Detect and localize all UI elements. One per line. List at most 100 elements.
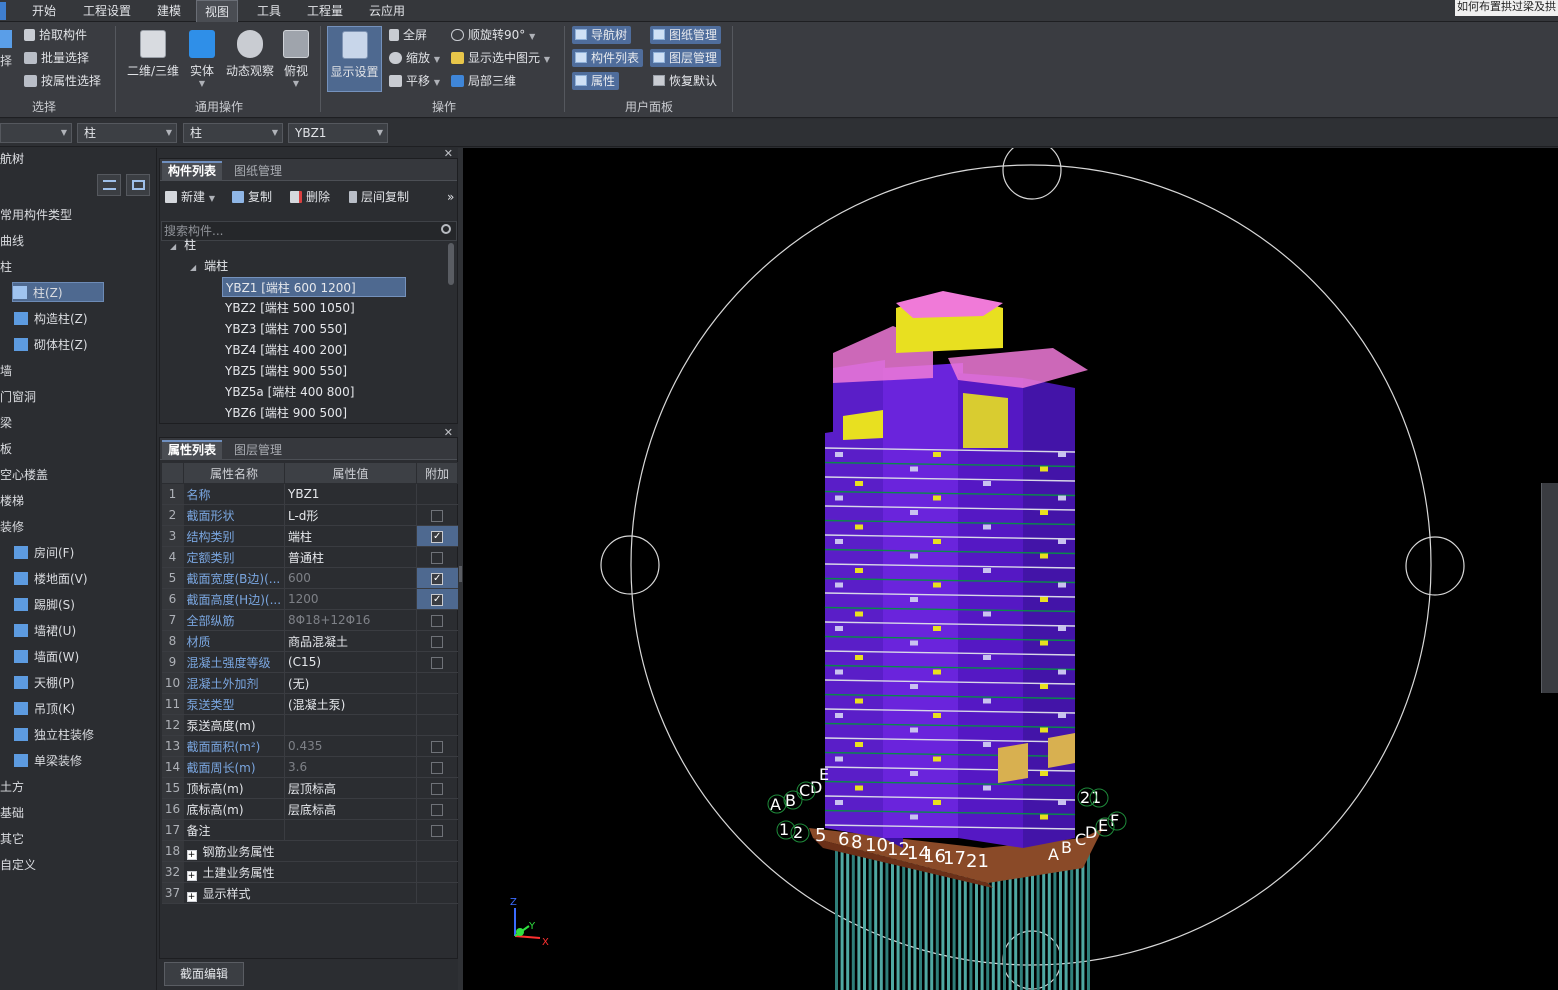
checkbox-unchecked[interactable]	[431, 761, 444, 774]
property-row[interactable]: 11 泵送类型 (混凝土泵)	[161, 693, 458, 715]
component-list-item[interactable]: YBZ3 [端柱 700 550]	[222, 319, 347, 339]
tab-layer-mgmt[interactable]: 图层管理	[228, 440, 288, 460]
layer-mgmt-toggle[interactable]: 图层管理	[650, 49, 722, 67]
tab-property-list[interactable]: 属性列表	[162, 440, 223, 460]
property-row[interactable]: 1 名称 YBZ1	[161, 483, 458, 505]
property-row[interactable]: 18 + 钢筋业务属性	[161, 840, 458, 862]
property-value[interactable]: 0.435	[284, 735, 417, 757]
local-3d-button[interactable]: 局部三维	[451, 71, 516, 91]
nav-item[interactable]: 吊顶(K)	[14, 699, 75, 719]
tab-start[interactable]: 开始	[24, 0, 64, 22]
more-tools-button[interactable]: »	[447, 188, 454, 206]
nav-item[interactable]: 砌体柱(Z)	[14, 335, 88, 355]
solid-view-button[interactable]: 实体 ▼	[186, 30, 218, 88]
property-row[interactable]: 5 截面宽度(B边)(... 600 ✓	[161, 567, 458, 589]
tree-view-button[interactable]	[126, 174, 150, 196]
tab-drawing-mgmt[interactable]: 图纸管理	[228, 161, 288, 181]
nav-item[interactable]: 基础	[0, 803, 24, 823]
nav-item[interactable]: 单梁装修	[14, 751, 82, 771]
orbit-button[interactable]: 动态观察	[223, 30, 277, 79]
tab-cloud[interactable]: 云应用	[361, 0, 413, 22]
checkbox-unchecked[interactable]	[431, 614, 444, 627]
pan-button[interactable]: 平移 ▼	[389, 71, 440, 91]
help-search-link[interactable]: 如何布置拱过梁及拱	[1455, 0, 1558, 16]
component-list-item[interactable]: YBZ5 [端柱 900 550]	[222, 361, 347, 381]
pick-component-button[interactable]: 拾取构件	[24, 25, 87, 45]
top-view-button[interactable]: 俯视 ▼	[281, 30, 311, 88]
select-by-attribute-button[interactable]: 按属性选择	[24, 71, 101, 91]
checkbox-unchecked[interactable]	[431, 635, 444, 648]
nav-item[interactable]: 踢脚(S)	[14, 595, 75, 615]
nav-item[interactable]: 自定义	[0, 855, 36, 875]
property-row[interactable]: 3 结构类别 端柱 ✓	[161, 525, 458, 547]
fullscreen-button[interactable]: 全屏	[389, 25, 427, 45]
property-row[interactable]: 4 定额类别 普通柱	[161, 546, 458, 568]
list-view-button[interactable]	[97, 174, 121, 196]
zoom-button[interactable]: 缩放 ▼	[389, 48, 440, 68]
nav-item[interactable]: 柱(Z)	[12, 282, 104, 302]
checkbox-unchecked[interactable]	[431, 740, 444, 753]
type-select[interactable]: 柱 ▼	[183, 123, 283, 143]
component-search-input[interactable]: 搜索构件...	[161, 221, 457, 241]
show-selected-button[interactable]: 显示选中图元 ▼	[451, 48, 550, 68]
component-list-item[interactable]: YBZ5a [端柱 400 800]	[222, 382, 354, 402]
checkbox-unchecked[interactable]	[431, 782, 444, 795]
3d-model-canvas[interactable]: A B C D E 1 2 5 6 8 10 12 14 16 17 21 2 …	[463, 148, 1558, 990]
tab-view[interactable]: 视图	[196, 0, 239, 22]
nav-item[interactable]: 墙裙(U)	[14, 621, 76, 641]
properties-toggle[interactable]: 属性	[572, 72, 620, 90]
nav-item[interactable]: 房间(F)	[14, 543, 74, 563]
restore-default-button[interactable]: 恢复默认	[650, 72, 721, 90]
property-row[interactable]: 13 截面面积(m²) 0.435	[161, 735, 458, 757]
component-list-item[interactable]: YBZ6 [端柱 900 500]	[222, 403, 347, 423]
new-button[interactable]: 新建 ▼	[165, 188, 215, 206]
property-row[interactable]: 15 顶标高(m) 层顶标高	[161, 777, 458, 799]
nav-item[interactable]: 门窗洞	[0, 387, 36, 407]
checkbox-unchecked[interactable]	[431, 824, 444, 837]
nav-item[interactable]: 楼地面(V)	[14, 569, 88, 589]
expand-plus-icon[interactable]: +	[186, 870, 197, 881]
floor-copy-button[interactable]: 层间复制	[349, 188, 409, 206]
property-value[interactable]: (C15)	[284, 651, 417, 673]
floor-select[interactable]: ▼	[0, 123, 72, 143]
3d-viewport[interactable]: A B C D E 1 2 5 6 8 10 12 14 16 17 21 2 …	[463, 148, 1558, 990]
checkbox-unchecked[interactable]	[431, 509, 444, 522]
list-scrollbar[interactable]	[448, 243, 454, 285]
property-value[interactable]: 层底标高	[284, 798, 417, 820]
component-list-item[interactable]: YBZ4 [端柱 400 200]	[222, 340, 347, 360]
tab-component-list[interactable]: 构件列表	[162, 161, 223, 181]
checkbox-unchecked[interactable]	[431, 803, 444, 816]
tab-modeling[interactable]: 建模	[149, 0, 189, 22]
property-row[interactable]: 17 备注	[161, 819, 458, 841]
property-value[interactable]: (混凝土泵)	[284, 693, 417, 715]
nav-item[interactable]: 其它	[0, 829, 24, 849]
nav-item[interactable]: 梁	[0, 413, 12, 433]
nav-item[interactable]: 空心楼盖	[0, 465, 48, 485]
tab-project-settings[interactable]: 工程设置	[75, 0, 139, 22]
property-value[interactable]	[284, 714, 417, 736]
nav-item[interactable]: 土方	[0, 777, 24, 797]
property-value[interactable]: 1200	[284, 588, 417, 610]
property-row[interactable]: 32 + 土建业务属性	[161, 861, 458, 883]
property-value[interactable]	[284, 819, 417, 841]
nav-item[interactable]: 墙面(W)	[14, 647, 79, 667]
component-list-toggle[interactable]: 构件列表	[572, 49, 644, 67]
orbit-handle-left[interactable]	[600, 535, 660, 595]
expand-plus-icon[interactable]: +	[186, 849, 197, 860]
property-row[interactable]: 12 泵送高度(m)	[161, 714, 458, 736]
property-value[interactable]: L-d形	[284, 504, 417, 526]
display-settings-button[interactable]: 显示设置	[327, 26, 382, 92]
component-select[interactable]: YBZ1 ▼	[288, 123, 388, 143]
property-value[interactable]: 商品混凝土	[284, 630, 417, 652]
tree-group-end-column[interactable]: ◢ 端柱	[190, 256, 228, 276]
property-value[interactable]: 层顶标高	[284, 777, 417, 799]
property-row[interactable]: 2 截面形状 L-d形	[161, 504, 458, 526]
nav-item[interactable]: 常用构件类型	[0, 205, 72, 225]
property-row[interactable]: 10 混凝土外加剂 (无)	[161, 672, 458, 694]
expand-plus-icon[interactable]: +	[186, 891, 197, 902]
property-value[interactable]: 端柱	[284, 525, 417, 547]
select-tool-button[interactable]: 择	[0, 30, 14, 80]
nav-item[interactable]: 天棚(P)	[14, 673, 75, 693]
property-row[interactable]: 8 材质 商品混凝土	[161, 630, 458, 652]
property-value[interactable]: 600	[284, 567, 417, 589]
